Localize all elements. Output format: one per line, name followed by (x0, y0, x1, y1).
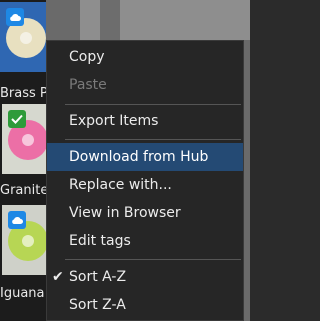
cloud-icon (6, 8, 24, 26)
plate-hole (20, 32, 32, 44)
thumbnail-iguana[interactable] (2, 205, 46, 275)
menu-item-sort-az-label: Sort A-Z (69, 269, 127, 285)
check-icon (8, 110, 26, 128)
checkmark-icon: ✔ (52, 269, 64, 285)
thumbnail-label-granite: Granite (0, 183, 46, 198)
thumbnail-brass[interactable] (0, 2, 46, 72)
menu-item-export-items[interactable]: Export Items (47, 107, 243, 135)
menu-item-paste: Paste (69, 77, 107, 93)
menu-item-sort-za[interactable]: Sort Z-A (47, 291, 243, 319)
plate-hole (22, 235, 34, 247)
cloud-icon (8, 211, 26, 229)
plate-hole (22, 134, 34, 146)
menu-separator (65, 104, 241, 105)
menu-item-sort-az[interactable]: ✔ Sort A-Z (47, 263, 243, 291)
thumbnail-label-brass: Brass P (0, 86, 46, 101)
menu-separator (65, 139, 241, 140)
canvas-divider (100, 0, 120, 40)
thumbnail-label-iguana: Iguana (0, 286, 45, 301)
menu-item-replace-with[interactable]: Replace with... (47, 171, 243, 199)
thumbnail-granite[interactable] (2, 104, 46, 174)
menu-item-copy[interactable]: Copy (47, 43, 243, 71)
menu-item-view-in-browser[interactable]: View in Browser (47, 199, 243, 227)
menu-item-edit-tags[interactable]: Edit tags (47, 227, 243, 255)
menu-item-download-from-hub[interactable]: Download from Hub (47, 143, 243, 171)
context-menu: Copy Paste Export Items Download from Hu… (46, 40, 244, 321)
asset-panel: Brass P Granite Iguana (0, 0, 46, 321)
menu-separator (65, 259, 241, 260)
